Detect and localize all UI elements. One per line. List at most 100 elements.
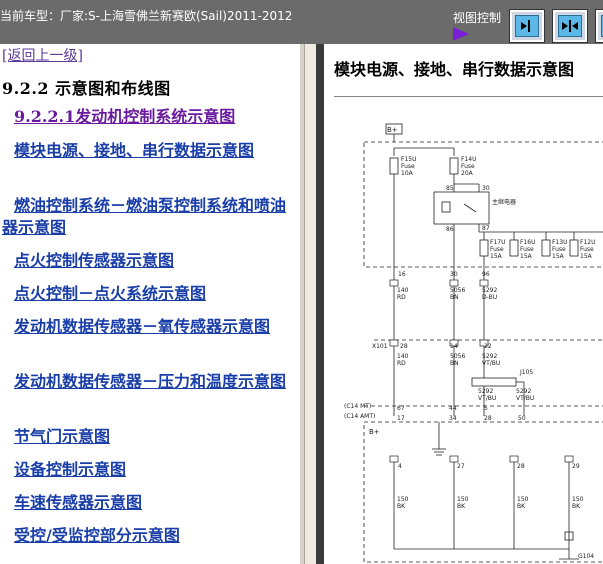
x101-pin-28: 28: [400, 343, 408, 350]
top-header: 当前车型：厂家:S-上海雪佛兰新赛欧(Sail)2011-2012 视图控制: [0, 0, 603, 44]
wire6-number: 5292: [482, 353, 497, 360]
wire3-number: 5292: [482, 287, 497, 294]
fuse-f12u-amp: 15A: [580, 253, 593, 260]
ground-pin-4: 4: [398, 463, 402, 470]
pin-30: 30: [450, 271, 458, 278]
ecm-outline: [363, 421, 603, 563]
wire8-number: 5292: [516, 388, 531, 395]
nav-item-equipment-control[interactable]: 设备控制示意图: [2, 459, 296, 481]
fuse-f12u: [569, 239, 579, 257]
back-link[interactable]: [返回上一级]: [2, 45, 83, 65]
pane-divider: [316, 44, 324, 564]
fuse-f17u-amp: 15A: [490, 253, 503, 260]
fuse-f13u-amp: 15A: [552, 253, 565, 260]
wire1-color: RD: [397, 294, 406, 301]
gwire2-color: BK: [457, 503, 466, 510]
gwire3-number: 150: [517, 496, 529, 503]
j105-splice: [471, 377, 517, 387]
relay-pin-86: 86: [446, 226, 454, 233]
panel-split-arrows-icon: [558, 15, 582, 37]
relay-pin-87: 87: [482, 225, 490, 232]
j105-label: J105: [519, 369, 533, 376]
nav-item-module-power-ground-serial[interactable]: 模块电源、接地、串行数据示意图: [2, 140, 296, 162]
relay-name: 主继电器: [492, 198, 516, 206]
navigation-pane: [返回上一级] 9.2.2 示意图和布线图 9.2.2.1发动机控制系统示意图 …: [0, 44, 300, 564]
fuse-f14u: [449, 157, 459, 175]
gwire1-number: 150: [397, 496, 409, 503]
mt-pin-67: 67: [397, 405, 405, 412]
fuse-f16u: [509, 239, 519, 257]
amt-pin-28: 28: [484, 415, 492, 422]
panel-right-arrow-icon: [515, 15, 539, 37]
nav-item-pressure-temperature[interactable]: 发动机数据传感器－压力和温度示意图: [2, 371, 296, 393]
wire7-color: VT/BU: [478, 395, 496, 402]
gwire4-color: BK: [572, 503, 581, 510]
nav-item-controlled-monitored[interactable]: 受控/受监控部分示意图: [2, 525, 296, 547]
pin-96: 96: [482, 271, 490, 278]
nav-item-vehicle-speed-sensor[interactable]: 车速传感器示意图: [2, 492, 296, 514]
ground-pin-28: 28: [517, 463, 525, 470]
wire5-number: 5056: [450, 353, 465, 360]
mt-pin-44: 44: [449, 405, 457, 412]
expand-triangle-icon[interactable]: [453, 27, 469, 41]
fuse-f15u: [389, 157, 399, 175]
fuse-f15u-amp: 10A: [401, 170, 414, 177]
section-title: 9.2.2 示意图和布线图: [2, 79, 171, 98]
fuse-f17u: [479, 239, 489, 257]
fuse-f16u-label: F16U: [520, 239, 535, 246]
nav-item-ignition-sensor[interactable]: 点火控制传感器示意图: [2, 250, 296, 272]
ground-pin-29: 29: [572, 463, 580, 470]
relay-pin-85: 85: [446, 185, 454, 192]
wire2-number: 5056: [450, 287, 465, 294]
fuse-block-outline: [363, 141, 603, 268]
fuse-f15u-sub: Fuse: [401, 163, 415, 170]
relay-pin-30: 30: [482, 185, 490, 192]
fuse-f14u-label: F14U: [461, 156, 476, 163]
nav-item-fuel-control[interactable]: 燃油控制系统－燃油泵控制系统和喷油器示意图: [2, 195, 296, 239]
fuse-f12u-label: F12U: [580, 239, 595, 246]
wire1-number: 140: [397, 287, 409, 294]
gwire4-number: 150: [572, 496, 584, 503]
nav-item-throttle[interactable]: 节气门示意图: [2, 426, 296, 448]
nav-item-oxygen-sensor[interactable]: 发动机数据传感器－氧传感器示意图: [2, 316, 296, 338]
ground-pin-27: 27: [457, 463, 465, 470]
wire4-number: 140: [397, 353, 409, 360]
fuse-f15u-label: F15U: [401, 156, 416, 163]
fuse-f13u-sub: Fuse: [552, 246, 566, 253]
view-control-label: 视图控制: [453, 11, 502, 25]
b-plus-label: B+: [387, 126, 398, 134]
pin-16: 16: [398, 271, 406, 278]
wire6-color: VT/BU: [482, 360, 500, 367]
current-vehicle-label: 当前车型：厂家:S-上海雪佛兰新赛欧(Sail)2011-2012: [0, 9, 293, 23]
view-right-pane-button[interactable]: [595, 9, 603, 43]
view-split-button[interactable]: [552, 9, 588, 43]
nav-item-engine-control-schematic[interactable]: 9.2.2.1发动机控制系统示意图: [2, 106, 296, 128]
amt-pin-17: 17: [397, 415, 405, 422]
x101-label: X101: [372, 343, 388, 350]
fuse-f13u-label: F13U: [552, 239, 567, 246]
fuse-f17u-sub: Fuse: [490, 246, 504, 253]
x101-pin-14: 14: [450, 343, 458, 350]
fuse-f12u-sub: Fuse: [580, 246, 594, 253]
fuse-f14u-sub: Fuse: [461, 163, 475, 170]
mt-pin-5: 5: [484, 405, 488, 412]
wire5-color: BN: [450, 360, 459, 367]
ecm-b-plus: B+: [369, 428, 380, 436]
wire7-number: 5292: [478, 388, 493, 395]
amt-pin-34: 34: [449, 415, 457, 422]
wire4-color: RD: [397, 360, 406, 367]
fuse-f17u-label: F17U: [490, 239, 505, 246]
pane-splitter-track[interactable]: [304, 44, 316, 564]
view-left-pane-button[interactable]: [509, 9, 545, 43]
amt-pin-50: 50: [518, 415, 526, 422]
fuse-f14u-amp: 20A: [461, 170, 474, 177]
nav-item-ignition-system[interactable]: 点火控制－点火系统示意图: [2, 283, 296, 305]
fuse-f16u-amp: 15A: [520, 253, 533, 260]
gwire2-number: 150: [457, 496, 469, 503]
wire8-color: VT/BU: [516, 395, 534, 402]
fuse-f16u-sub: Fuse: [520, 246, 534, 253]
c14-amt-label: (C14 AMT): [344, 413, 375, 420]
gwire3-color: BK: [517, 503, 526, 510]
c14-mt-label: (C14 MT): [344, 403, 371, 410]
ground-g104-label: G104: [578, 553, 594, 560]
